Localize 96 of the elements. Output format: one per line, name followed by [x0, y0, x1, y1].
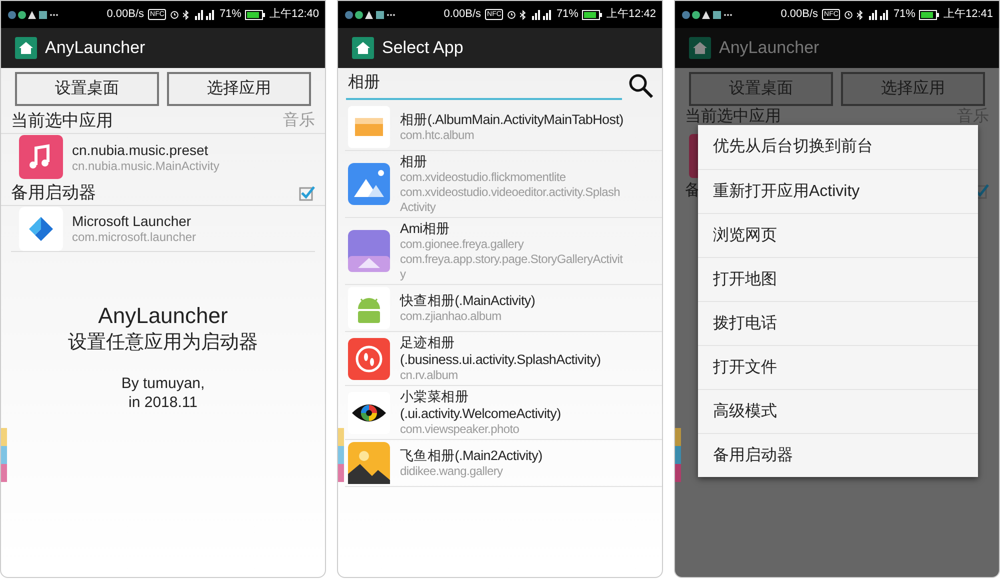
battery-percent: 71% [219, 7, 242, 22]
app-row[interactable]: cn.nubia.music.preset cn.nubia.music.MainActivity [1, 134, 325, 180]
app-list-item[interactable]: 足迹相册 (.business.ui.activity.SplashActivity) cn.rv.album [345, 332, 662, 386]
package-name: com.xvideostudio.flickmomentlite [400, 170, 567, 185]
menu-item[interactable]: 拨打电话 [698, 301, 978, 345]
date-line: in 2018.11 [128, 393, 198, 412]
checkbox[interactable] [299, 184, 315, 200]
app-icon [348, 163, 390, 205]
app-icon [348, 338, 390, 380]
menu-item[interactable]: 浏览网页 [698, 213, 978, 257]
package-name: cn.rv.album [400, 368, 459, 383]
package-name: com.freya.app.story.page.StoryGalleryActivit [400, 252, 623, 267]
app-title: 相册 [400, 153, 428, 170]
package-name: com.htc.album [400, 128, 476, 143]
package-name: y [400, 267, 407, 282]
app-list-item[interactable]: 相册(.AlbumMain.ActivityMainTabHost) com.htc.album [345, 104, 662, 151]
package-name: com.gionee.freya.gallery [400, 237, 525, 252]
signal-icon [530, 10, 552, 20]
app-list-item[interactable]: 小棠菜相册 (.ui.activity.WelcomeActivity) com.viewspeaker.photo [345, 386, 662, 440]
menu-item[interactable]: 打开地图 [698, 257, 978, 301]
app-title: 快查相册(.MainActivity) [400, 292, 536, 309]
app-detail: com.microsoft.launcher [72, 230, 196, 245]
package-name: didikee.wang.gallery [400, 464, 504, 479]
notification-icons [7, 10, 59, 20]
app-list-item[interactable]: Ami相册 com.gionee.freya.gallery com.freya.app.story.page.StoryGalleryActivit y [345, 218, 662, 285]
search-icon[interactable] [628, 73, 654, 99]
menu-item[interactable]: 备用启动器 [698, 433, 978, 477]
app-row[interactable]: Microsoft Launcher com.microsoft.launcher [11, 206, 315, 252]
clock: 上午12:42 [606, 7, 656, 22]
battery-percent: 71% [893, 7, 916, 22]
battery-percent: 71% [556, 7, 578, 22]
house-icon [689, 37, 711, 59]
side-handle[interactable] [1, 428, 7, 482]
bluetooth-icon [183, 10, 190, 20]
package-name: com.zjianhao.album [400, 309, 502, 324]
bluetooth-icon [520, 10, 526, 20]
launcher-icon [19, 206, 63, 250]
menu-item[interactable]: 优先从后台切换到前台 [698, 125, 978, 169]
menu-item[interactable]: 高级模式 [698, 389, 978, 433]
section-label: 当前选中应用 [11, 110, 113, 132]
menu-item[interactable]: 重新打开应用Activity [698, 169, 978, 213]
network-speed: 0.00B/s [106, 7, 144, 22]
app-title: (.business.ui.activity.SplashActivity) [400, 351, 601, 368]
clock: 上午12:41 [943, 7, 993, 22]
app-category: 音乐 [283, 110, 315, 131]
signal-icon [867, 10, 890, 20]
package-name: com.viewspeaker.photo [400, 422, 520, 437]
bluetooth-icon [857, 10, 864, 20]
app-title: AnyLauncher [45, 37, 146, 60]
clock: 上午12:40 [269, 7, 319, 22]
network-speed: 0.00B/s [780, 7, 818, 22]
action-button[interactable]: 选择应用 [167, 72, 311, 106]
app-icon [348, 287, 390, 329]
app-title: Select App [382, 37, 464, 60]
app-title: (.ui.activity.WelcomeActivity) [400, 405, 561, 422]
action-button[interactable]: 设置桌面 [15, 72, 159, 106]
section-label: 备 [685, 181, 701, 201]
app-name: Microsoft Launcher [72, 212, 192, 230]
alarm-icon [507, 10, 516, 19]
app-detail: cn.nubia.music.MainActivity [72, 158, 220, 174]
music-note-icon [19, 135, 63, 179]
battery-icon [245, 10, 266, 20]
alarm-icon [844, 10, 854, 19]
house-icon [352, 37, 374, 59]
app-list-item[interactable]: 相册 com.xvideostudio.flickmomentlite com.xvideostudio.videoeditor.activity.Splash Activity [345, 151, 662, 218]
about-title: AnyLauncher [98, 302, 228, 330]
side-handle[interactable] [675, 428, 681, 482]
about-tagline: 设置任意应用为启动器 [68, 331, 258, 355]
app-title: 小棠菜相册 [400, 388, 470, 405]
alarm-icon [170, 10, 180, 19]
house-icon [15, 37, 37, 59]
app-title: Ami相册 [400, 220, 451, 237]
app-title: AnyLauncher [719, 37, 820, 60]
section-label: 当前选中应用 [685, 107, 781, 127]
app-title: 相册(.AlbumMain.ActivityMainTabHost) [400, 111, 624, 128]
side-handle[interactable] [338, 428, 344, 482]
signal-icon [193, 10, 216, 20]
notification-icons [344, 10, 396, 20]
app-name: cn.nubia.music.preset [72, 140, 210, 158]
author-line: By tumuyan, [121, 374, 205, 393]
package-name: com.xvideostudio.videoeditor.activity.Splash [400, 185, 620, 200]
package-name: Activity [400, 200, 437, 215]
battery-icon [919, 10, 940, 20]
app-icon [348, 442, 390, 484]
notification-icons [681, 10, 733, 20]
battery-icon [582, 10, 602, 20]
app-title: 足迹相册 [400, 334, 456, 351]
app-icon [348, 230, 390, 272]
section-label: 备用启动器 [11, 182, 96, 204]
app-icon [348, 106, 390, 148]
app-title: 飞鱼相册(.Main2Activity) [400, 447, 542, 464]
network-speed: 0.00B/s [444, 7, 482, 22]
app-list-item[interactable]: 飞鱼相册(.Main2Activity) didikee.wang.gallery [345, 440, 662, 487]
menu-item[interactable]: 打开文件 [698, 345, 978, 389]
app-list-item[interactable]: 快查相册(.MainActivity) com.zjianhao.album [345, 285, 662, 332]
search-field[interactable]: 相册 [346, 72, 622, 100]
